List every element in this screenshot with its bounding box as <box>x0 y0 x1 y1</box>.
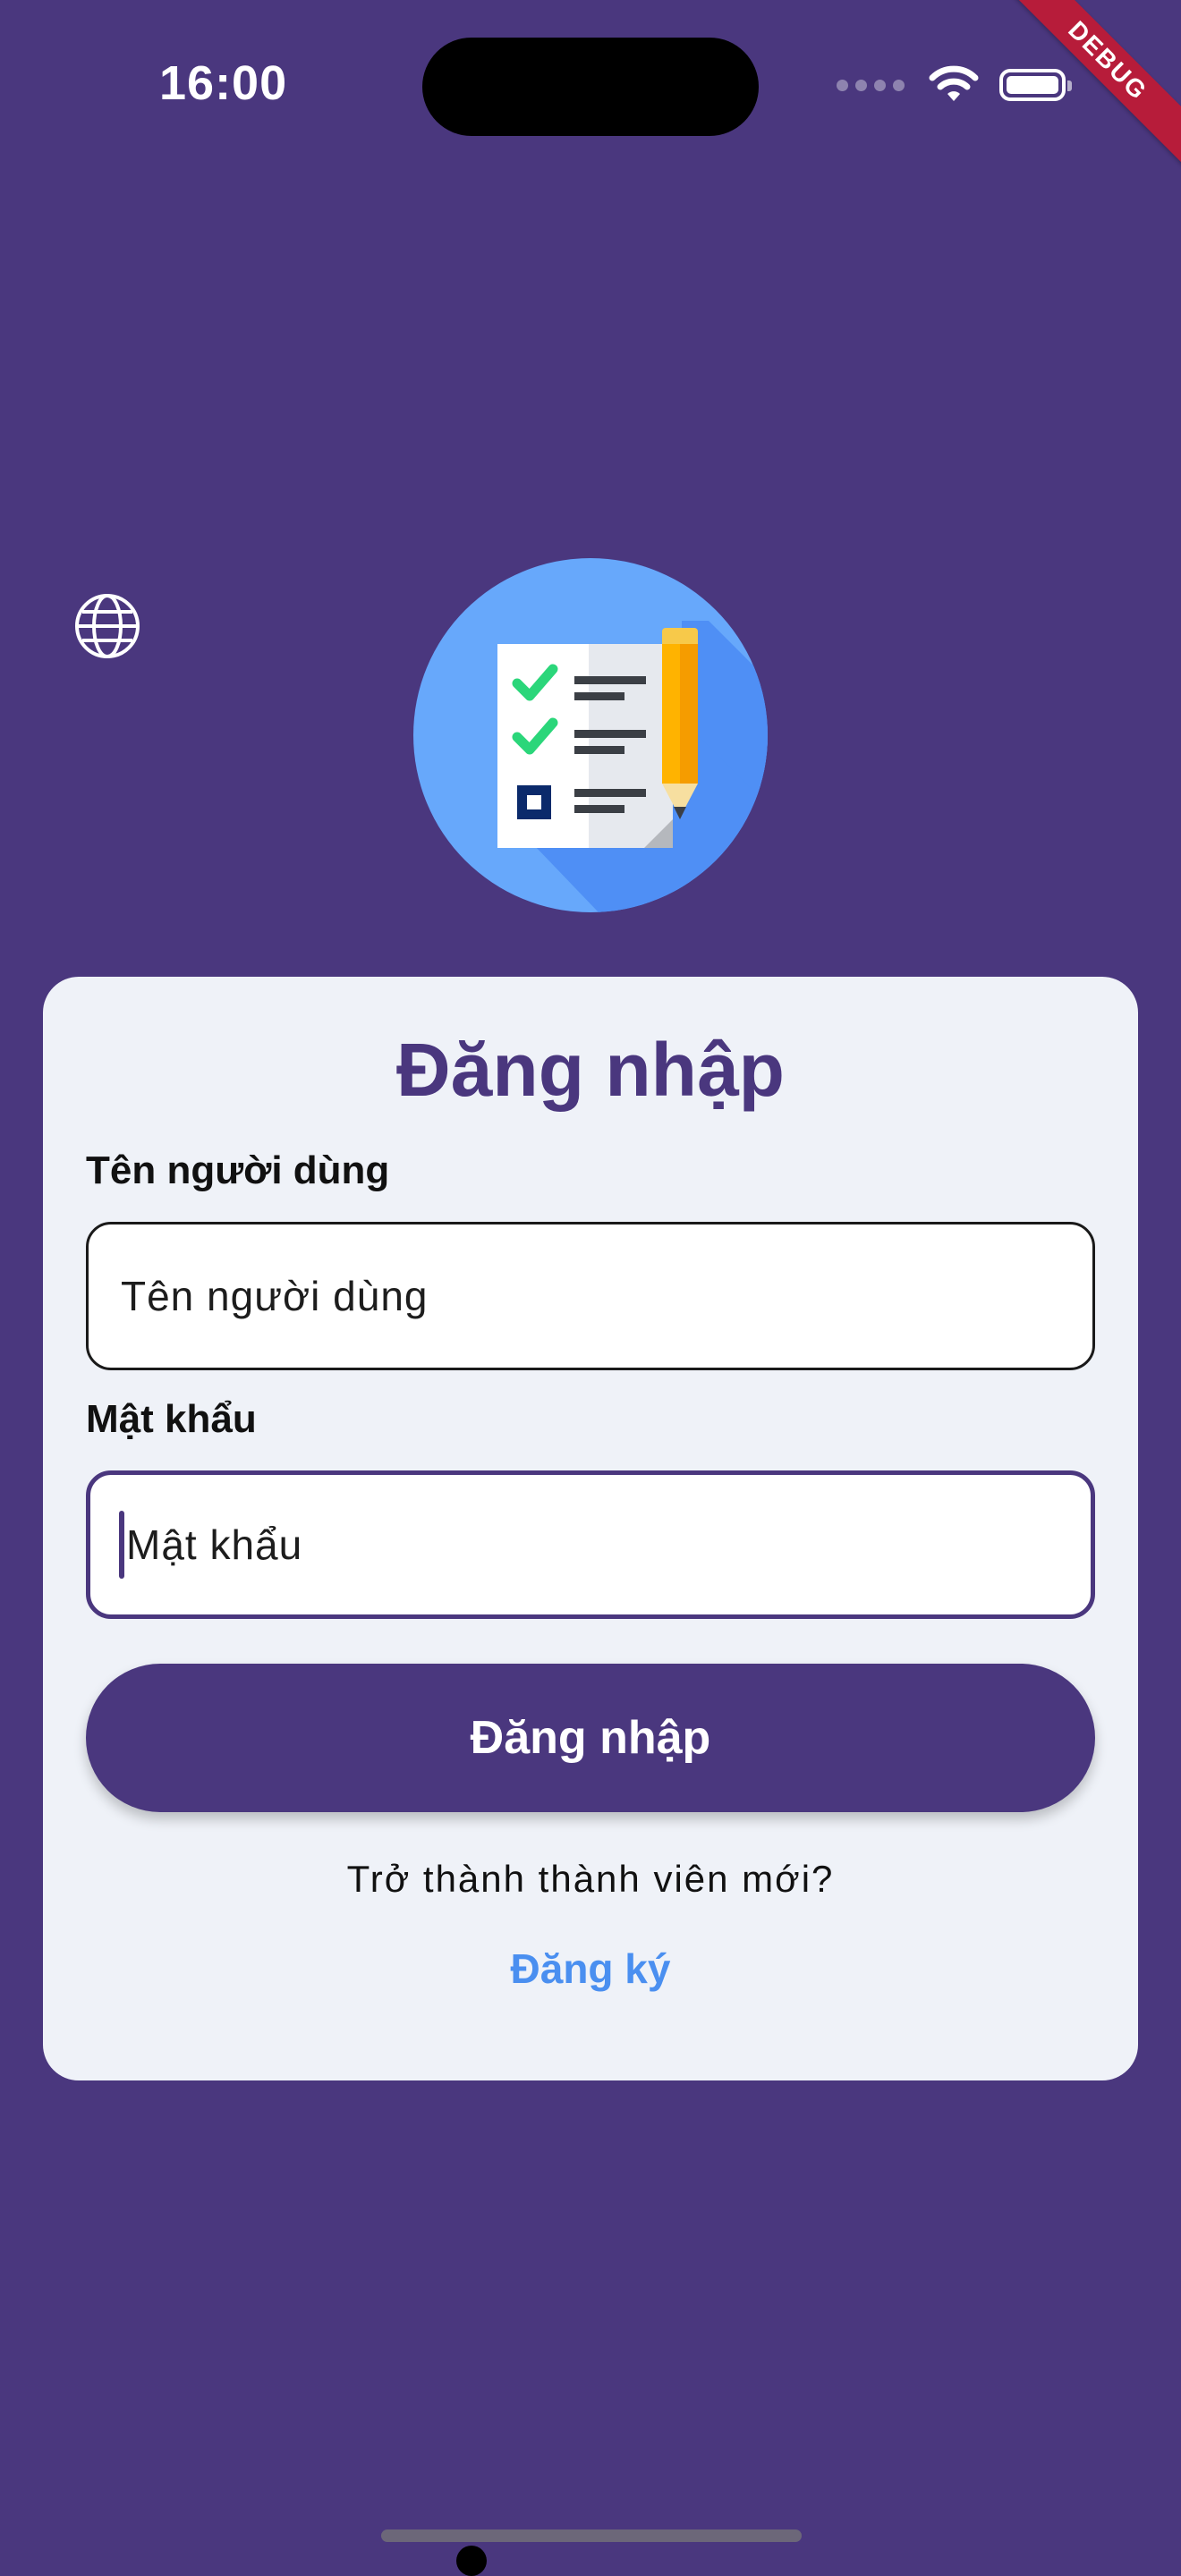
signup-prompt: Trở thành thành viên mới? <box>346 1858 835 1900</box>
username-label: Tên người dùng <box>86 1148 390 1192</box>
battery-icon <box>999 69 1072 101</box>
login-card: Đăng nhập Tên người dùng Tên người dùng … <box>43 977 1138 2080</box>
home-indicator-dot <box>456 2546 487 2576</box>
text-caret <box>119 1511 124 1579</box>
username-input[interactable]: Tên người dùng <box>86 1222 1095 1370</box>
password-placeholder: Mật khẩu <box>126 1521 303 1568</box>
status-icons <box>837 61 1072 109</box>
password-label: Mật khẩu <box>86 1397 257 1441</box>
wifi-icon <box>928 65 980 105</box>
login-button[interactable]: Đăng nhập <box>86 1664 1095 1812</box>
language-button[interactable] <box>72 590 143 662</box>
signup-link[interactable]: Đăng ký <box>43 1945 1138 1993</box>
globe-icon <box>75 594 140 658</box>
username-placeholder: Tên người dùng <box>121 1273 429 1319</box>
status-time: 16:00 <box>159 56 288 110</box>
signal-dots-icon <box>837 79 905 91</box>
home-indicator[interactable] <box>381 2529 802 2542</box>
login-title: Đăng nhập <box>396 1028 785 1112</box>
password-input[interactable]: Mật khẩu <box>86 1470 1095 1619</box>
checklist-clipboard-icon <box>497 621 768 912</box>
dynamic-island <box>422 38 759 136</box>
app-logo <box>413 558 768 912</box>
